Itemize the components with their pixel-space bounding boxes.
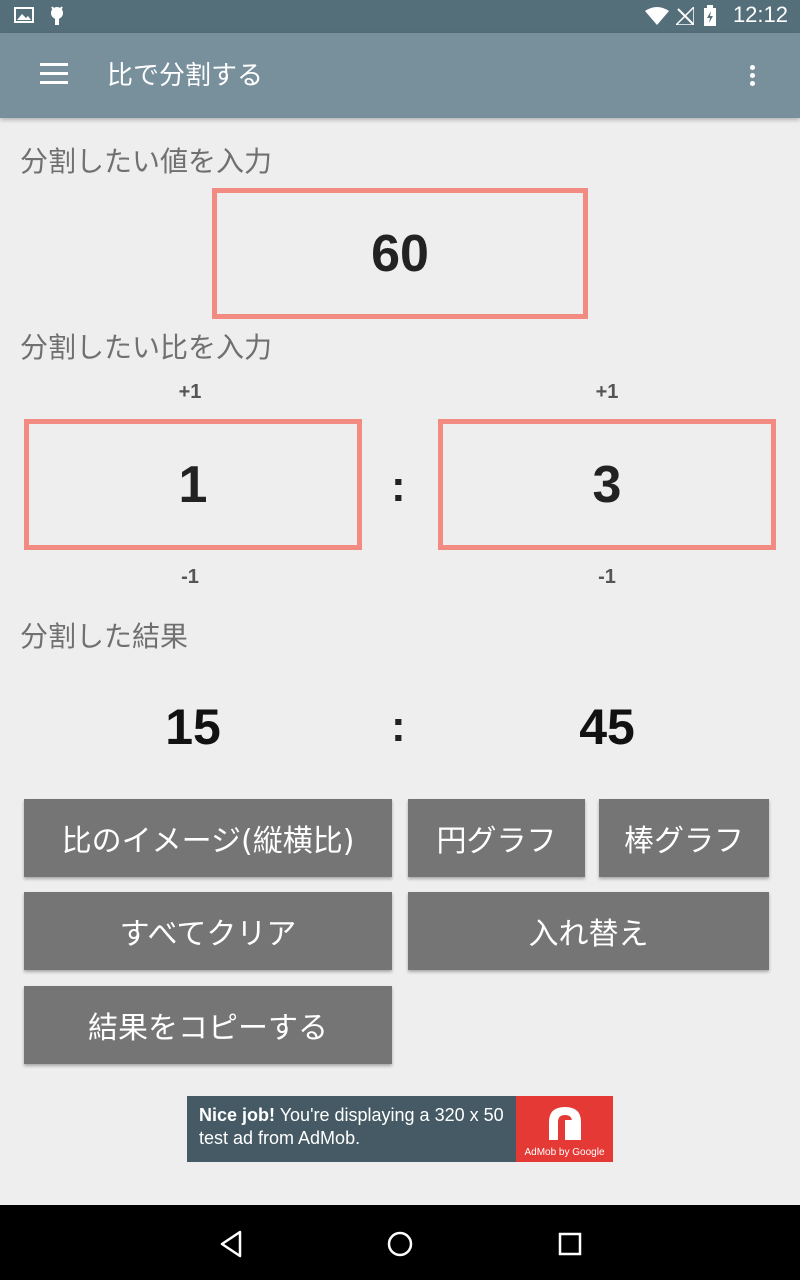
page-title: 比で分割する (107, 61, 264, 91)
wifi-icon (645, 7, 669, 25)
admob-brand-text: AdMob by Google (524, 1147, 605, 1158)
right-ratio-input[interactable]: 3 (438, 419, 776, 550)
swap-button[interactable]: 入れ替え (408, 892, 769, 970)
value-input[interactable]: 60 (212, 188, 588, 319)
status-time: 12:12 (732, 2, 788, 27)
image-notification-icon (14, 7, 34, 23)
recents-icon[interactable] (555, 1229, 585, 1259)
no-signal-icon (676, 7, 694, 25)
home-icon[interactable] (385, 1229, 415, 1259)
bar-chart-button[interactable]: 棒グラフ (599, 799, 769, 877)
left-ratio-input[interactable]: 1 (24, 419, 362, 550)
admob-logo: AdMob by Google (516, 1096, 613, 1162)
android-notification-icon (51, 6, 63, 25)
right-increment-button[interactable]: +1 (577, 381, 637, 404)
status-bar: 12:12 (0, 0, 800, 33)
left-increment-button[interactable]: +1 (160, 381, 220, 404)
navigation-bar (0, 1205, 800, 1280)
left-decrement-button[interactable]: -1 (160, 566, 220, 589)
copy-result-button[interactable]: 結果をコピーする (24, 986, 392, 1064)
admob-icon (549, 1107, 581, 1140)
app-bar: 比で分割する (0, 33, 800, 118)
more-options-icon[interactable] (748, 65, 756, 89)
clear-all-button[interactable]: すべてクリア (24, 892, 392, 970)
ratio-input-label: 分割したい比を入力 (20, 331, 273, 364)
value-input-label: 分割したい値を入力 (20, 145, 273, 178)
ad-banner[interactable]: Nice job! You're displaying a 320 x 50 t… (187, 1096, 613, 1162)
back-icon[interactable] (216, 1229, 246, 1259)
ratio-image-button[interactable]: 比のイメージ(縦横比) (24, 799, 392, 877)
result-right-value: 45 (579, 699, 635, 755)
screen: 12:12 比で分割する 分割したい値を入力 60 分割したい比を入力 +1 1… (0, 0, 800, 1280)
ratio-separator: : (391, 462, 406, 511)
right-decrement-button[interactable]: -1 (577, 566, 637, 589)
ad-text: Nice job! You're displaying a 320 x 50 t… (199, 1104, 517, 1150)
menu-icon[interactable] (40, 63, 68, 87)
result-label: 分割した結果 (20, 620, 189, 653)
result-left-value: 15 (165, 699, 221, 755)
battery-charging-icon (704, 5, 716, 26)
result-separator: : (391, 702, 406, 751)
pie-chart-button[interactable]: 円グラフ (408, 799, 585, 877)
ad-bold-text: Nice job! (199, 1105, 276, 1125)
